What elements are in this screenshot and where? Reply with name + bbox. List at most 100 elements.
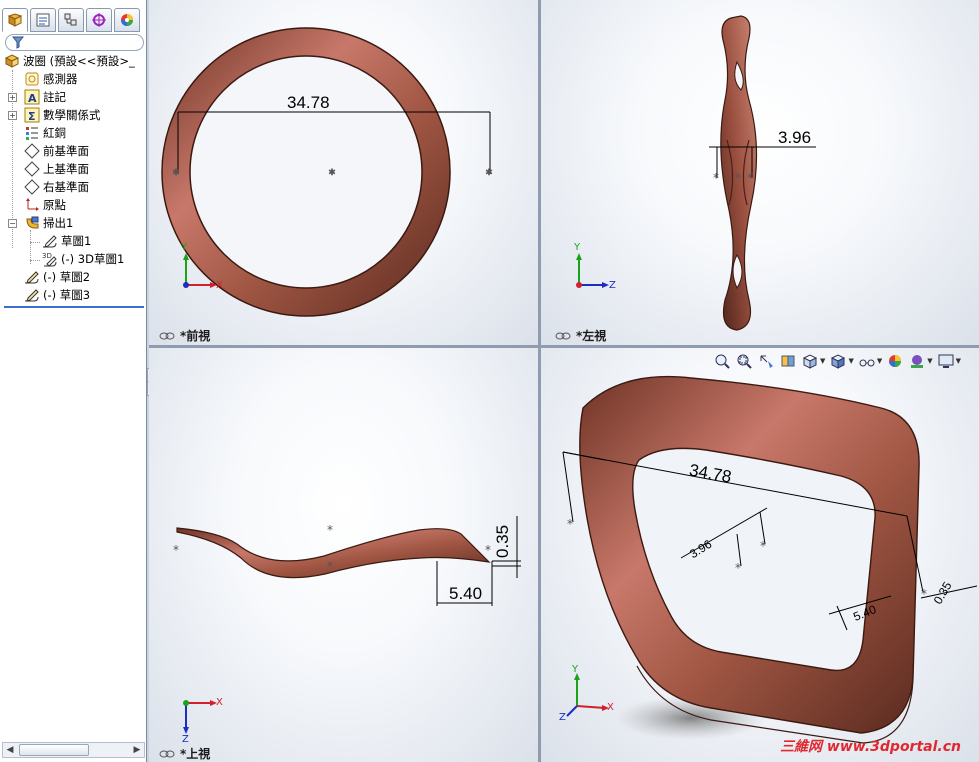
scroll-thumb[interactable] — [19, 744, 89, 756]
top-view-name: *上視 — [180, 747, 211, 761]
tree-connector — [30, 242, 40, 243]
scroll-right-arrow[interactable]: ▶ — [130, 743, 144, 757]
tree-item-3d-sketch1[interactable]: 3D (-) 3D草圖1 — [42, 250, 124, 268]
expand-equations-toggle[interactable]: + — [8, 111, 17, 120]
scroll-left-arrow[interactable]: ◀ — [3, 743, 17, 757]
link-icon — [159, 750, 175, 757]
tree-item-annotations[interactable]: A 註記 — [24, 88, 66, 106]
displaymanager-icon — [121, 14, 133, 26]
link-icon — [555, 332, 571, 339]
triad-left — [576, 253, 609, 288]
expand-annotations-toggle[interactable]: + — [8, 93, 17, 102]
panel-horizontal-scrollbar[interactable]: ◀ ▶ — [2, 742, 145, 758]
top-width-dimension[interactable]: 5.40 — [449, 584, 482, 604]
tree-root-label: 波圈 (預設<<預設>_ — [23, 54, 135, 68]
svg-text:*: * — [760, 539, 766, 553]
part-icon — [4, 53, 20, 69]
tree-connector — [30, 230, 31, 264]
triad-left-z-label: Z — [609, 280, 616, 291]
tree-item-label: 上基準面 — [43, 162, 89, 176]
sketch-icon — [42, 233, 58, 249]
front-diameter-dimension[interactable]: 34.78 — [287, 93, 330, 113]
triad-iso-x-label: X — [607, 702, 614, 713]
tree-item-label: 原點 — [43, 198, 66, 212]
tree-item-material[interactable]: 紅銅 — [24, 124, 66, 142]
triad-left-y-label: Y — [574, 242, 581, 253]
tab-configurationmanager[interactable] — [58, 8, 84, 32]
link-icon — [159, 332, 175, 339]
left-view-label: *左視 — [555, 327, 606, 344]
svg-text:*: * — [329, 167, 335, 181]
tree-filter-input[interactable] — [5, 34, 144, 51]
tree-connector — [30, 260, 40, 261]
tree-item-top-plane[interactable]: 上基準面 — [24, 160, 89, 178]
tab-dimxpert[interactable] — [86, 8, 112, 32]
triad-top-z-label: Z — [182, 734, 189, 745]
svg-text:*: * — [735, 561, 741, 575]
tree-item-label: (-) 3D草圖1 — [61, 252, 125, 266]
configurationmanager-icon — [64, 13, 77, 26]
tab-featuremanager[interactable] — [2, 8, 28, 32]
feature-manager-panel: 波圈 (預設<<預設>_ 感測器 + A 註記 + Σ 數學關係式 紅銅 前基準… — [0, 0, 147, 762]
tree-item-front-plane[interactable]: 前基準面 — [24, 142, 89, 160]
tree-item-sketch3[interactable]: (-) 草圖3 — [24, 286, 90, 304]
top-view-label: *上視 — [159, 745, 210, 762]
triad-iso-y-label: Y — [572, 664, 579, 675]
svg-text:*: * — [735, 171, 741, 185]
plane-icon — [24, 143, 40, 159]
tab-displaymanager[interactable] — [114, 8, 140, 32]
viewport-isometric[interactable]: ▼ ▼ ▼ ▼ ▼ * * * * 34.78 3.96 5.40 0.35 Y… — [541, 348, 979, 762]
tree-item-label: (-) 草圖3 — [43, 288, 91, 302]
viewport-front[interactable]: * * * 34.78 Y X *前視 — [149, 0, 538, 345]
svg-text:*: * — [921, 587, 927, 601]
tree-root-part[interactable]: 波圈 (預設<<預設>_ — [4, 52, 135, 70]
dimxpert-icon — [92, 13, 106, 27]
svg-text:*: * — [486, 167, 492, 181]
front-view-label: *前視 — [159, 327, 210, 344]
tree-item-label: 數學關係式 — [43, 108, 101, 122]
sweep-icon — [24, 215, 40, 231]
equations-icon: Σ — [24, 107, 40, 123]
tree-item-sweep1[interactable]: 掃出1 — [24, 214, 73, 232]
tree-item-label: 掃出1 — [43, 216, 74, 230]
tree-item-label: 草圖1 — [61, 234, 92, 248]
tab-propertymanager[interactable] — [30, 8, 56, 32]
svg-text:Σ: Σ — [28, 110, 36, 123]
front-view-name: *前視 — [180, 329, 211, 343]
svg-text:*: * — [747, 171, 753, 185]
rollback-bar[interactable] — [4, 306, 144, 308]
propertymanager-icon — [36, 13, 50, 27]
tree-item-equations[interactable]: Σ 數學關係式 — [24, 106, 101, 124]
triad-iso — [566, 673, 609, 717]
plane-icon — [24, 161, 40, 177]
top-view-model: * * * * — [173, 516, 521, 734]
triad-iso-z-label: Z — [559, 712, 566, 723]
filter-icon — [12, 36, 24, 49]
washer-ring — [161, 27, 451, 317]
svg-text:A: A — [28, 92, 37, 105]
annotations-icon: A — [24, 89, 40, 105]
left-thickness-dimension[interactable]: 3.96 — [778, 128, 811, 148]
tree-item-label: 註記 — [43, 90, 66, 104]
svg-text:*: * — [567, 517, 573, 531]
3d-sketch-icon: 3D — [42, 251, 58, 267]
tree-item-sensors[interactable]: 感測器 — [24, 70, 78, 88]
tree-item-label: 感測器 — [43, 72, 78, 86]
triad-top-x-label: X — [216, 697, 223, 708]
svg-text:*: * — [173, 167, 179, 181]
triad-top — [183, 700, 217, 734]
tree-item-sketch2[interactable]: (-) 草圖2 — [24, 268, 90, 286]
tree-item-sketch1[interactable]: 草圖1 — [42, 232, 91, 250]
svg-text:3D: 3D — [42, 252, 52, 260]
tree-item-origin[interactable]: 原點 — [24, 196, 66, 214]
collapse-sweep-toggle[interactable]: − — [8, 219, 17, 228]
tree-item-right-plane[interactable]: 右基準面 — [24, 178, 89, 196]
viewport-left[interactable]: * * * 3.96 Y Z *左視 — [541, 0, 979, 345]
svg-text:*: * — [327, 559, 333, 573]
tree-item-label: 前基準面 — [43, 144, 89, 158]
front-view-model: * * * — [161, 27, 493, 317]
viewport-top[interactable]: * * * * 5.40 0.35 X Z *上視 — [149, 348, 538, 762]
material-icon — [24, 125, 40, 141]
triad-front-y-label: Y — [181, 242, 188, 253]
top-height-dimension[interactable]: 0.35 — [493, 525, 513, 558]
